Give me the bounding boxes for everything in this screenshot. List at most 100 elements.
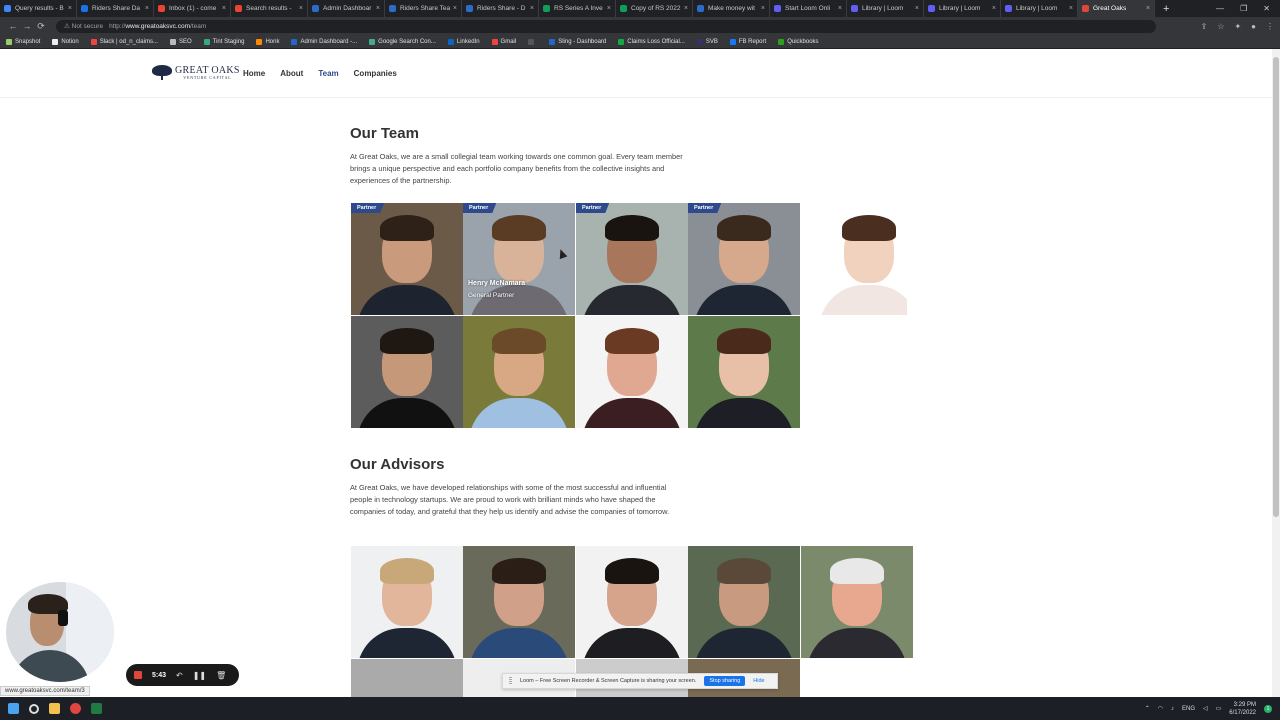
- team-member-photo[interactable]: [463, 316, 575, 428]
- bookmark-item[interactable]: SVB: [696, 38, 718, 45]
- page-scrollbar[interactable]: [1272, 49, 1280, 697]
- windows-start-icon[interactable]: [8, 703, 19, 714]
- bookmark-item[interactable]: Honk: [256, 38, 279, 45]
- advisor-photo[interactable]: [801, 659, 913, 697]
- file-explorer-icon[interactable]: [49, 703, 60, 714]
- browser-tab[interactable]: Library | Loom ×: [1001, 0, 1078, 17]
- drag-handle-icon[interactable]: [509, 677, 512, 685]
- tab-close-icon[interactable]: ×: [915, 5, 919, 12]
- browser-tab[interactable]: Riders Share Tea ×: [385, 0, 462, 17]
- extensions-icon[interactable]: ✦: [1234, 22, 1241, 31]
- battery-icon[interactable]: ▭: [1216, 705, 1222, 712]
- advisor-photo[interactable]: [351, 546, 463, 658]
- forward-icon[interactable]: →: [20, 21, 34, 31]
- minimize-icon[interactable]: —: [1216, 4, 1224, 13]
- tab-close-icon[interactable]: ×: [992, 5, 996, 12]
- advisor-photo[interactable]: [576, 546, 688, 658]
- tab-close-icon[interactable]: ×: [145, 5, 149, 12]
- share-icon[interactable]: ⇪: [1201, 22, 1208, 31]
- menu-icon[interactable]: ⋮: [1266, 22, 1274, 31]
- language-indicator[interactable]: ENG: [1182, 706, 1195, 712]
- wifi-icon[interactable]: ◠: [1158, 705, 1163, 712]
- pause-icon[interactable]: ❚❚: [193, 671, 206, 680]
- team-member-photo[interactable]: Partner: [576, 203, 688, 315]
- nav-companies[interactable]: Companies: [354, 69, 397, 78]
- reload-icon[interactable]: ⟳: [34, 21, 48, 32]
- back-icon[interactable]: ←: [6, 21, 20, 31]
- bookmark-item[interactable]: Slack | od_n_claims...: [90, 38, 158, 45]
- bookmark-item[interactable]: Admin Dashboard -...: [291, 38, 357, 45]
- bookmark-item[interactable]: Sling - Dashboard: [549, 38, 606, 45]
- bookmark-item[interactable]: Claims Loss Official...: [618, 38, 685, 45]
- bookmark-item[interactable]: Google Search Con...: [369, 38, 436, 45]
- hide-button[interactable]: Hide: [753, 678, 764, 684]
- bookmark-item[interactable]: Quickbooks: [778, 38, 819, 45]
- team-member-photo[interactable]: Partner: [688, 203, 800, 315]
- tab-close-icon[interactable]: ×: [453, 5, 457, 12]
- tab-close-icon[interactable]: ×: [299, 5, 303, 12]
- notification-badge[interactable]: 1: [1264, 704, 1272, 713]
- browser-tab[interactable]: RS Series A Inve ×: [539, 0, 616, 17]
- tab-close-icon[interactable]: ×: [684, 5, 688, 12]
- tab-close-icon[interactable]: ×: [376, 5, 380, 12]
- nav-team[interactable]: Team: [318, 69, 338, 78]
- bookmark-item[interactable]: [528, 38, 537, 45]
- browser-tab[interactable]: Riders Share - D ×: [462, 0, 539, 17]
- stop-sharing-button[interactable]: Stop sharing: [704, 676, 746, 686]
- tab-close-icon[interactable]: ×: [1069, 5, 1073, 12]
- site-logo[interactable]: GREAT OAKS VENTURE CAPITAL: [152, 65, 240, 80]
- tab-close-icon[interactable]: ×: [1146, 5, 1150, 12]
- excel-icon[interactable]: [91, 703, 102, 714]
- security-indicator[interactable]: ⚠ Not secure: [64, 22, 103, 30]
- new-tab-button[interactable]: +: [1155, 3, 1177, 15]
- team-member-photo[interactable]: Partner: [351, 203, 463, 315]
- team-member-photo[interactable]: Partner Henry McNamara General Partner: [463, 203, 575, 315]
- tray-chevron-icon[interactable]: ⌃: [1145, 705, 1150, 712]
- tab-close-icon[interactable]: ×: [68, 5, 72, 12]
- clock[interactable]: 3:29 PM 6/17/2022: [1229, 701, 1256, 717]
- browser-tab[interactable]: Library | Loom ×: [847, 0, 924, 17]
- team-member-photo[interactable]: [813, 203, 907, 315]
- team-member-photo[interactable]: [576, 316, 688, 428]
- nav-about[interactable]: About: [280, 69, 303, 78]
- restart-icon[interactable]: ↶: [176, 671, 183, 680]
- mic-icon[interactable]: ♪: [1171, 706, 1174, 712]
- advisor-photo[interactable]: [463, 546, 575, 658]
- chrome-icon[interactable]: [70, 703, 81, 714]
- tab-close-icon[interactable]: ×: [761, 5, 765, 12]
- team-member-photo[interactable]: [688, 316, 800, 428]
- search-icon[interactable]: [29, 703, 39, 714]
- tab-close-icon[interactable]: ×: [838, 5, 842, 12]
- browser-tab[interactable]: Riders Share Da ×: [77, 0, 154, 17]
- profile-icon[interactable]: ●: [1251, 22, 1256, 31]
- bookmark-item[interactable]: SEO: [169, 38, 192, 45]
- tab-close-icon[interactable]: ×: [530, 5, 534, 12]
- url-input[interactable]: ⚠ Not secure http://www.greatoaksvc.com/…: [56, 19, 1156, 33]
- bookmark-item[interactable]: Snapshot: [6, 38, 40, 45]
- scrollbar-thumb[interactable]: [1273, 57, 1279, 517]
- volume-icon[interactable]: ◁: [1203, 705, 1208, 712]
- team-member-photo[interactable]: [351, 316, 463, 428]
- browser-tab[interactable]: Library | Loom ×: [924, 0, 1001, 17]
- bookmark-item[interactable]: LinkedIn: [447, 38, 480, 45]
- browser-tab[interactable]: Inbox (1) - come ×: [154, 0, 231, 17]
- trash-icon[interactable]: 🗑: [216, 671, 226, 680]
- browser-tab[interactable]: Copy of RS 2022 ×: [616, 0, 693, 17]
- advisor-photo[interactable]: [688, 546, 800, 658]
- browser-tab[interactable]: Query results - B ×: [0, 0, 77, 17]
- bookmark-item[interactable]: Gmail: [491, 38, 516, 45]
- stop-recording-icon[interactable]: [134, 671, 142, 679]
- tab-close-icon[interactable]: ×: [607, 5, 611, 12]
- browser-tab[interactable]: Search results - ×: [231, 0, 308, 17]
- browser-tab[interactable]: Start Loom Onli ×: [770, 0, 847, 17]
- bookmark-star-icon[interactable]: ☆: [1217, 22, 1224, 31]
- webcam-bubble[interactable]: [4, 580, 116, 684]
- bookmark-item[interactable]: Tint Staging: [203, 38, 244, 45]
- advisor-photo[interactable]: [801, 546, 913, 658]
- maximize-icon[interactable]: ❐: [1240, 4, 1247, 13]
- nav-home[interactable]: Home: [243, 69, 265, 78]
- tab-close-icon[interactable]: ×: [222, 5, 226, 12]
- advisor-photo[interactable]: [351, 659, 463, 697]
- browser-tab[interactable]: Great Oaks ×: [1078, 0, 1155, 17]
- browser-tab[interactable]: Admin Dashboar ×: [308, 0, 385, 17]
